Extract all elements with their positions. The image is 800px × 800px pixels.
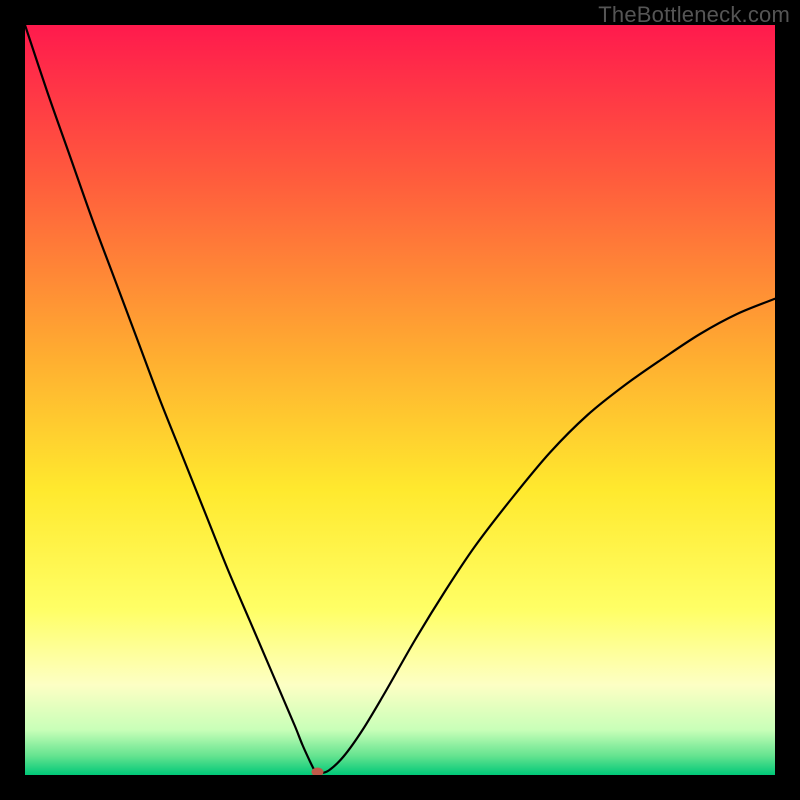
- chart-frame: TheBottleneck.com: [0, 0, 800, 800]
- watermark-text: TheBottleneck.com: [598, 2, 790, 28]
- gradient-background: [25, 25, 775, 775]
- plot-area: [25, 25, 775, 775]
- chart-svg: [25, 25, 775, 775]
